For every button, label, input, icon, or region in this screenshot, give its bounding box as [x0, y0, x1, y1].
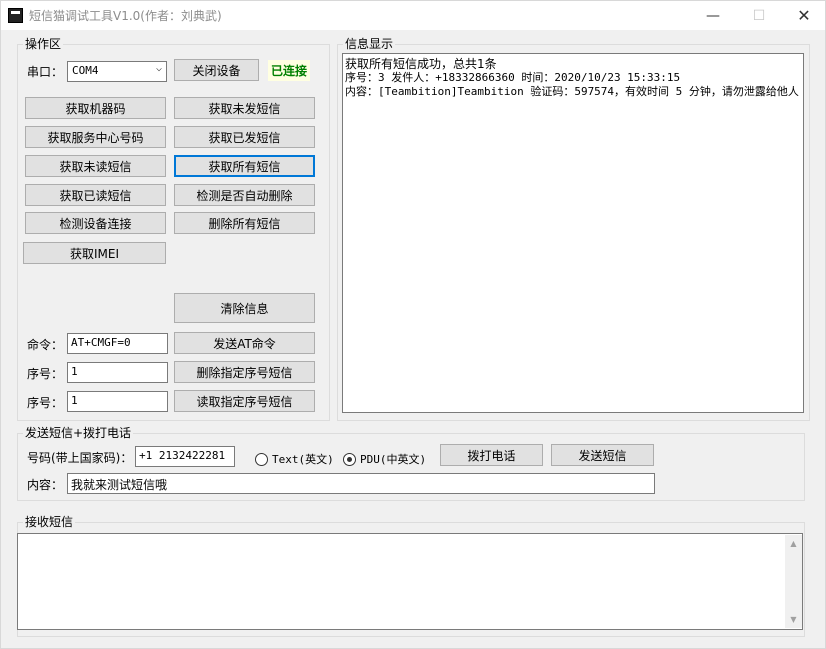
- text-radio[interactable]: Text(英文): [255, 451, 334, 467]
- delete-index-input[interactable]: 1: [67, 362, 168, 383]
- number-label: 号码(带上国家码)：: [27, 451, 133, 465]
- number-input[interactable]: +1 2132422281: [135, 446, 235, 467]
- check-auto-delete-button[interactable]: 检测是否自动删除: [174, 184, 315, 206]
- get-all-sms-button[interactable]: 获取所有短信: [174, 155, 315, 177]
- get-unsent-sms-button[interactable]: 获取未发短信: [174, 97, 315, 119]
- info-line: 获取所有短信成功，总共1条: [345, 57, 497, 71]
- get-sent-sms-button[interactable]: 获取已发短信: [174, 126, 315, 148]
- window-title: 短信猫调试工具V1.0(作者：刘典武): [29, 9, 222, 23]
- close-button[interactable]: ✕: [781, 1, 826, 30]
- get-imei-button[interactable]: 获取IMEI: [23, 242, 166, 264]
- port-select-value: COM4: [72, 64, 99, 77]
- receive-textarea[interactable]: [17, 533, 803, 630]
- get-machine-code-button[interactable]: 获取机器码: [25, 97, 166, 119]
- info-textarea[interactable]: 获取所有短信成功，总共1条 序号：3 发件人：+18332866360 时间：2…: [342, 53, 804, 413]
- send-sms-button[interactable]: 发送短信: [551, 444, 654, 466]
- dial-button[interactable]: 拨打电话: [440, 444, 543, 466]
- operation-legend: 操作区: [23, 37, 64, 51]
- delete-index-button[interactable]: 删除指定序号短信: [174, 361, 315, 383]
- scroll-down-icon[interactable]: ▼: [785, 611, 802, 628]
- info-legend: 信息显示: [343, 37, 396, 51]
- text-radio-label: Text(英文): [272, 453, 334, 466]
- info-line: 序号：3 发件人：+18332866360 时间：2020/10/23 15:3…: [345, 71, 681, 84]
- read-index-label: 序号：: [27, 396, 64, 410]
- info-line: 内容：[Teambition]Teambition 验证码：597574，有效时…: [345, 85, 799, 98]
- status-badge: 已连接: [268, 60, 311, 81]
- pdu-radio[interactable]: PDU(中英文): [343, 451, 426, 467]
- scroll-up-icon[interactable]: ▲: [785, 535, 802, 552]
- get-service-center-button[interactable]: 获取服务中心号码: [25, 126, 166, 148]
- pdu-radio-label: PDU(中英文): [360, 453, 427, 466]
- pdu-radio-circle: [343, 452, 356, 466]
- send-legend: 发送短信+拨打电话: [23, 426, 134, 440]
- port-label: 串口：: [27, 65, 64, 79]
- content-label: 内容：: [27, 478, 64, 492]
- read-index-input[interactable]: 1: [67, 391, 168, 412]
- get-read-sms-button[interactable]: 获取已读短信: [25, 184, 166, 206]
- maximize-button[interactable]: ☐: [736, 1, 782, 30]
- chevron-down-icon: ⌵: [155, 63, 162, 74]
- port-select[interactable]: COM4 ⌵: [67, 61, 167, 82]
- read-index-button[interactable]: 读取指定序号短信: [174, 390, 315, 412]
- minimize-button[interactable]: —: [690, 1, 736, 30]
- clear-info-button[interactable]: 清除信息: [174, 293, 315, 323]
- get-unread-sms-button[interactable]: 获取未读短信: [25, 155, 166, 177]
- receive-scrollbar[interactable]: ▲ ▼: [785, 535, 802, 628]
- app-icon: [8, 8, 23, 23]
- title-bar: 短信猫调试工具V1.0(作者：刘典武) — ☐ ✕: [0, 0, 826, 30]
- command-label: 命令：: [27, 338, 64, 352]
- send-at-button[interactable]: 发送AT命令: [174, 332, 315, 354]
- check-device-button[interactable]: 检测设备连接: [25, 212, 166, 234]
- delete-index-label: 序号：: [27, 367, 64, 381]
- text-radio-circle: [255, 452, 268, 466]
- close-device-button[interactable]: 关闭设备: [174, 59, 259, 81]
- content-input[interactable]: 我就来测试短信哦: [67, 473, 655, 494]
- receive-legend: 接收短信: [23, 515, 76, 529]
- command-input[interactable]: AT+CMGF=0: [67, 333, 168, 354]
- delete-all-sms-button[interactable]: 删除所有短信: [174, 212, 315, 234]
